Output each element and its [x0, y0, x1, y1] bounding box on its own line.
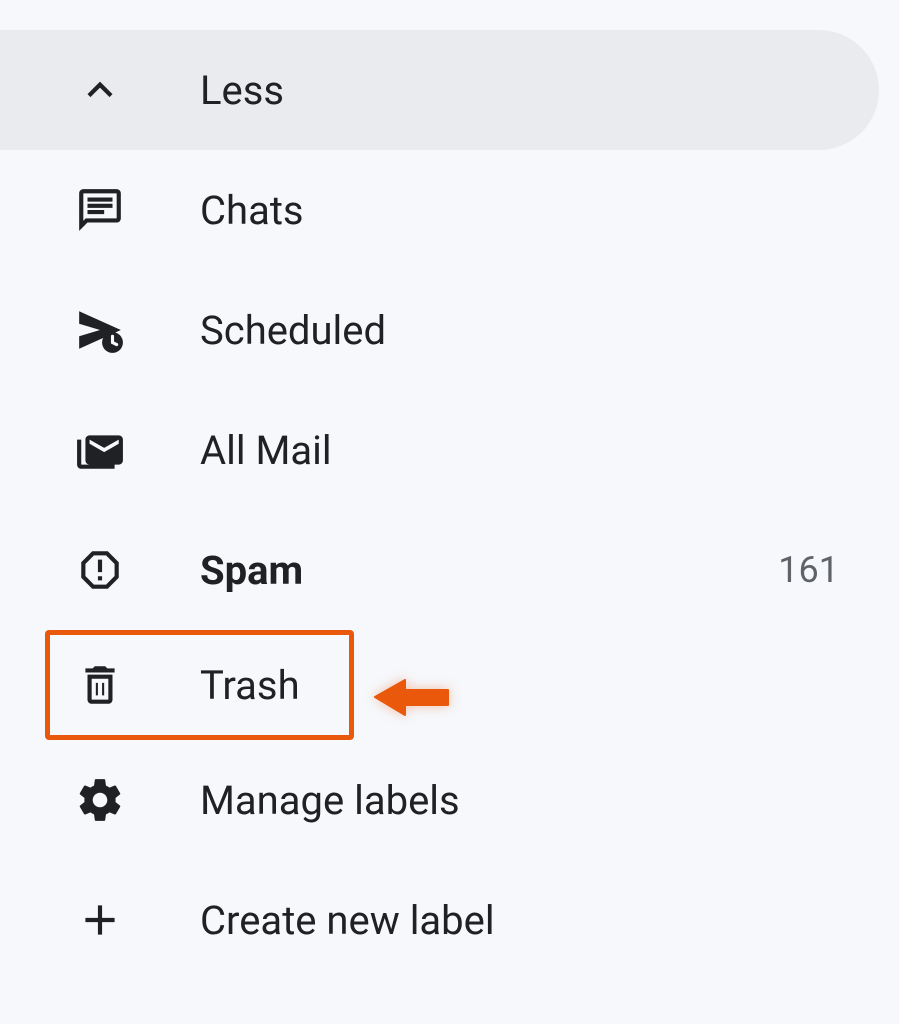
sidebar-item-count: 161	[778, 549, 839, 591]
sidebar-item-create-label[interactable]: Create new label	[0, 860, 879, 980]
sidebar-item-label: Chats	[200, 187, 839, 234]
trash-icon	[70, 655, 130, 715]
report-icon	[70, 540, 130, 600]
schedule-send-icon	[70, 300, 130, 360]
sidebar-item-manage-labels[interactable]: Manage labels	[0, 740, 879, 860]
sidebar-item-spam[interactable]: Spam 161	[0, 510, 879, 630]
sidebar-item-chats[interactable]: Chats	[0, 150, 879, 270]
plus-icon	[70, 890, 130, 950]
sidebar-item-scheduled[interactable]: Scheduled	[0, 270, 879, 390]
sidebar: Less Chats Scheduled All Mail Spam 161 T…	[0, 0, 899, 980]
sidebar-item-label: All Mail	[200, 427, 839, 474]
sidebar-item-less[interactable]: Less	[0, 30, 879, 150]
sidebar-item-label: Less	[200, 67, 839, 114]
sidebar-item-all-mail[interactable]: All Mail	[0, 390, 879, 510]
settings-icon	[70, 770, 130, 830]
chevron-up-icon	[70, 60, 130, 120]
sidebar-item-label: Scheduled	[200, 307, 839, 354]
chat-icon	[70, 180, 130, 240]
stacked-mail-icon	[70, 420, 130, 480]
sidebar-item-label: Spam	[200, 547, 778, 594]
sidebar-item-trash[interactable]: Trash	[45, 630, 354, 740]
sidebar-item-label: Manage labels	[200, 777, 839, 824]
sidebar-item-label: Trash	[200, 662, 314, 709]
sidebar-item-label: Create new label	[200, 897, 839, 944]
